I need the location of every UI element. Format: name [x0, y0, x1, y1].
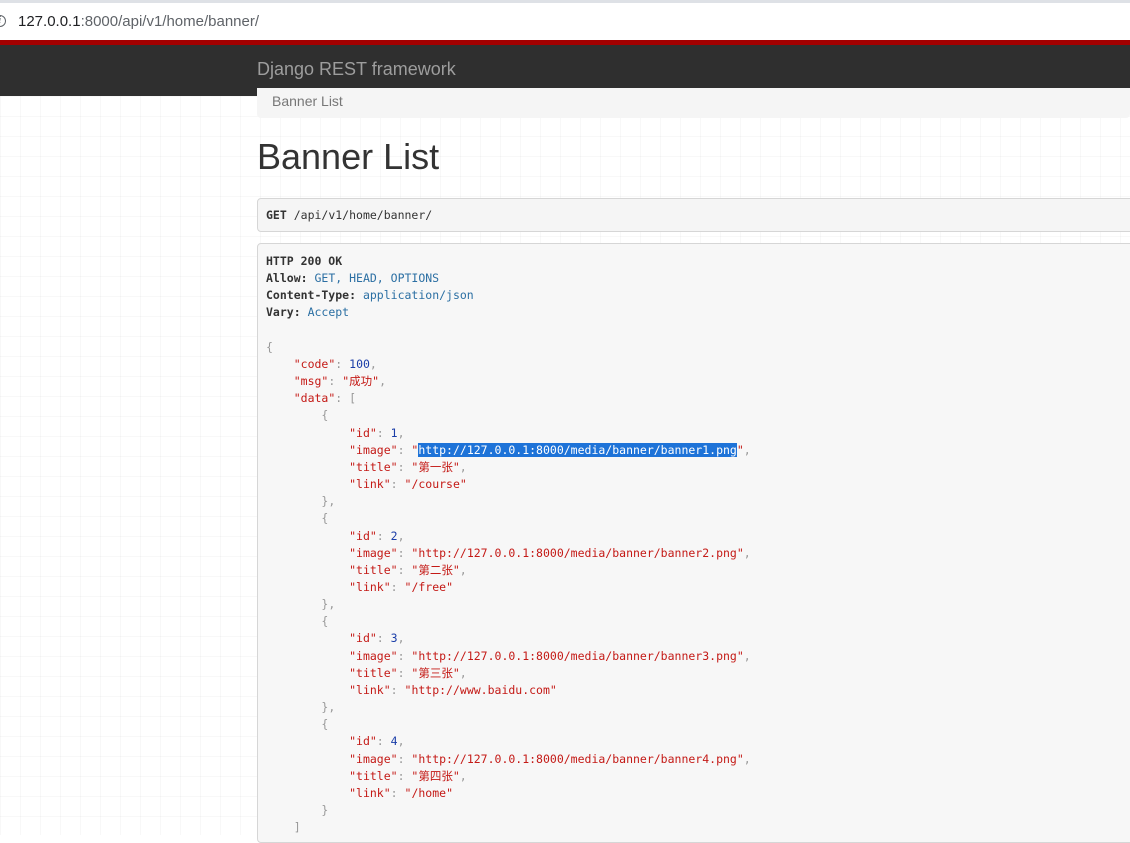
breadcrumb: Banner List: [257, 88, 1130, 118]
json-string: http://127.0.0.1:8000/media/banner/banne…: [418, 648, 737, 663]
json-string: "成功": [342, 374, 380, 389]
json-string: /home: [411, 785, 447, 800]
json-string: 第三张: [418, 665, 453, 680]
json-string: 第一张: [418, 459, 453, 474]
request-method: GET: [266, 208, 287, 222]
json-brace: {: [266, 339, 273, 354]
response-status: HTTP 200 OK: [266, 254, 343, 268]
response-info: HTTP 200 OK Allow: GET, HEAD, OPTIONS Co…: [257, 243, 1130, 843]
request-path: /api/v1/home/banner/: [293, 208, 433, 222]
json-string: 第四张: [418, 768, 453, 783]
json-string: http://www.baidu.com: [411, 682, 550, 697]
header-value: GET, HEAD, OPTIONS: [314, 271, 440, 286]
json-string: http://127.0.0.1:8000/media/banner/banne…: [418, 545, 737, 560]
json-number: 3: [390, 631, 398, 646]
json-string: http://127.0.0.1:8000/media/banner/banne…: [418, 751, 737, 766]
json-key: "code": [293, 356, 336, 371]
json-string: 第二张: [418, 562, 453, 577]
breadcrumb-item-banner-list[interactable]: Banner List: [272, 93, 343, 109]
header-name: Vary:: [266, 305, 301, 320]
header-name: Allow:: [266, 271, 308, 286]
url-host: 127.0.0.1: [18, 13, 81, 30]
request-line: GET /api/v1/home/banner/: [266, 208, 432, 222]
json-number: 1: [390, 425, 398, 440]
url-path: :8000/api/v1/home/banner/: [80, 13, 260, 30]
header-value: application/json: [362, 288, 474, 303]
json-key: "data": [293, 391, 336, 406]
header-value: Accept: [307, 305, 350, 320]
json-string: /course: [411, 477, 460, 492]
json-number: 2: [390, 528, 398, 543]
browser-address-bar[interactable]: i 127.0.0.1:8000/api/v1/home/banner/: [0, 0, 1130, 40]
page-title: Banner List: [257, 136, 440, 177]
request-info: GET /api/v1/home/banner/: [257, 198, 1130, 232]
header-name: Content-Type:: [266, 288, 357, 303]
navbar-brand-link[interactable]: Django REST framework: [257, 59, 456, 80]
info-icon[interactable]: i: [0, 15, 6, 27]
json-number: 100: [349, 356, 370, 371]
json-key: "msg": [293, 374, 329, 389]
url-text[interactable]: 127.0.0.1:8000/api/v1/home/banner/: [18, 13, 259, 30]
json-number: 4: [390, 734, 398, 749]
response-content: HTTP 200 OK Allow: GET, HEAD, OPTIONS Co…: [266, 254, 751, 835]
json-string: /free: [411, 579, 447, 594]
selected-text[interactable]: http://127.0.0.1:8000/media/banner/banne…: [418, 442, 737, 457]
